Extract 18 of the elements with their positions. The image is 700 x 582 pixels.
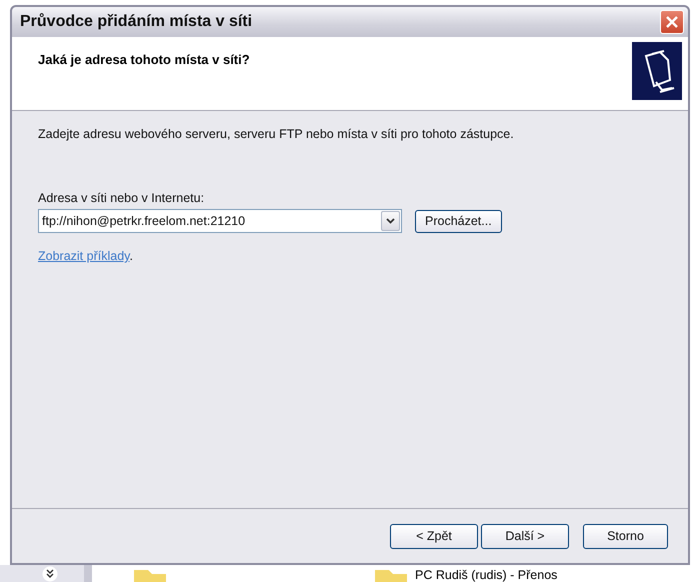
navigation-button[interactable]: < Zpět — [390, 524, 478, 548]
address-label: Adresa v síti nebo v Internetu: — [38, 191, 206, 205]
collapse-chevron-icon[interactable] — [42, 566, 58, 582]
address-combo-box[interactable]: ftp://nihon@petrkr.freelom.net:21210 — [38, 209, 402, 233]
page-heading: Jaká je adresa tohoto místa v síti? — [38, 52, 250, 67]
close-icon[interactable] — [665, 15, 679, 29]
period-text: . — [129, 249, 133, 263]
instruction-text: Zadejte adresu webového serveru, serveru FTP nebo místa v síti pro tohoto zástupce. — [38, 127, 515, 141]
folder-icon — [373, 570, 409, 582]
examples-link[interactable]: Zobrazit příklady — [38, 249, 130, 263]
folder-icon — [132, 570, 168, 582]
window-title: Průvodce přidáním místa v síti — [20, 13, 252, 31]
close-button[interactable] — [660, 10, 684, 34]
navigation-button[interactable]: Další > — [481, 524, 569, 548]
address-text[interactable]: ftp://nihon@petrkr.freelom.net:21210 — [39, 214, 381, 228]
browse-button[interactable]: Procházet... — [415, 210, 502, 232]
file-label[interactable]: PC Rudiš (rudis) - Přenos — [415, 568, 558, 582]
cancel-button[interactable]: Storno — [583, 524, 668, 548]
